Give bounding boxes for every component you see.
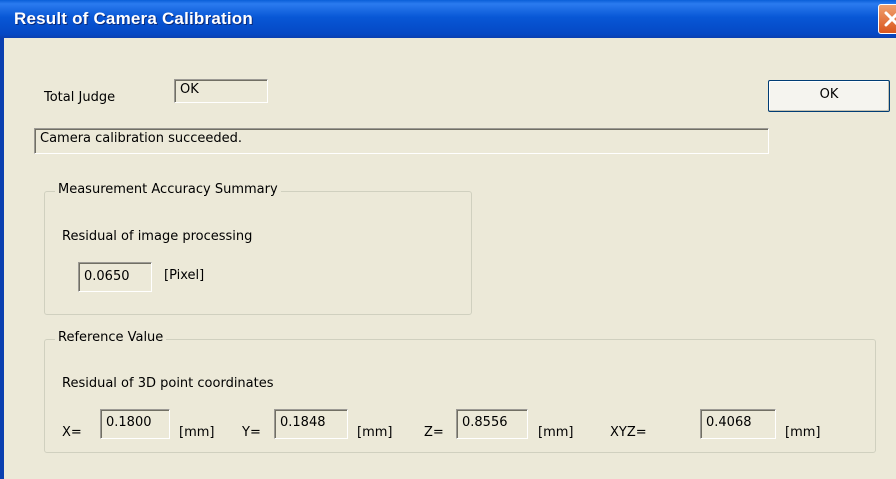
reference-value-legend: Reference Value: [55, 330, 167, 345]
z-field: 0.8556: [456, 409, 528, 439]
status-message-field: Camera calibration succeeded.: [34, 128, 769, 154]
close-button[interactable]: [878, 4, 896, 34]
window-title: Result of Camera Calibration: [14, 9, 253, 28]
xyz-value: 0.4068: [706, 415, 752, 430]
ok-button[interactable]: OK: [768, 80, 890, 112]
xyz-unit: [mm]: [785, 425, 821, 440]
x-value: 0.1800: [106, 415, 152, 430]
y-label: Y=: [242, 425, 261, 440]
xyz-label: XYZ=: [610, 425, 647, 440]
x-unit: [mm]: [179, 425, 215, 440]
z-label: Z=: [424, 425, 444, 440]
xyz-field: 0.4068: [700, 409, 776, 439]
x-label: X=: [62, 425, 82, 440]
z-value: 0.8556: [462, 415, 508, 430]
image-residual-field: 0.0650: [78, 262, 152, 292]
status-message: Camera calibration succeeded.: [40, 131, 243, 146]
3d-residual-caption: Residual of 3D point coordinates: [62, 376, 274, 391]
image-residual-value: 0.0650: [84, 269, 130, 284]
y-value: 0.1848: [280, 415, 326, 430]
dialog-window: Result of Camera Calibration Total Judge…: [0, 0, 896, 479]
total-judge-label: Total Judge: [44, 90, 116, 105]
image-residual-unit: [Pixel]: [164, 268, 205, 283]
x-field: 0.1800: [100, 409, 170, 439]
y-field: 0.1848: [274, 409, 348, 439]
accuracy-summary-legend: Measurement Accuracy Summary: [55, 182, 281, 197]
z-unit: [mm]: [538, 425, 574, 440]
window-border: [0, 38, 4, 479]
total-judge-field: OK: [174, 79, 268, 103]
y-unit: [mm]: [357, 425, 393, 440]
image-residual-caption: Residual of image processing: [62, 229, 253, 244]
total-judge-value: OK: [180, 82, 199, 97]
accuracy-summary-group: Measurement Accuracy Summary: [44, 182, 472, 315]
title-bar[interactable]: Result of Camera Calibration: [0, 0, 896, 38]
